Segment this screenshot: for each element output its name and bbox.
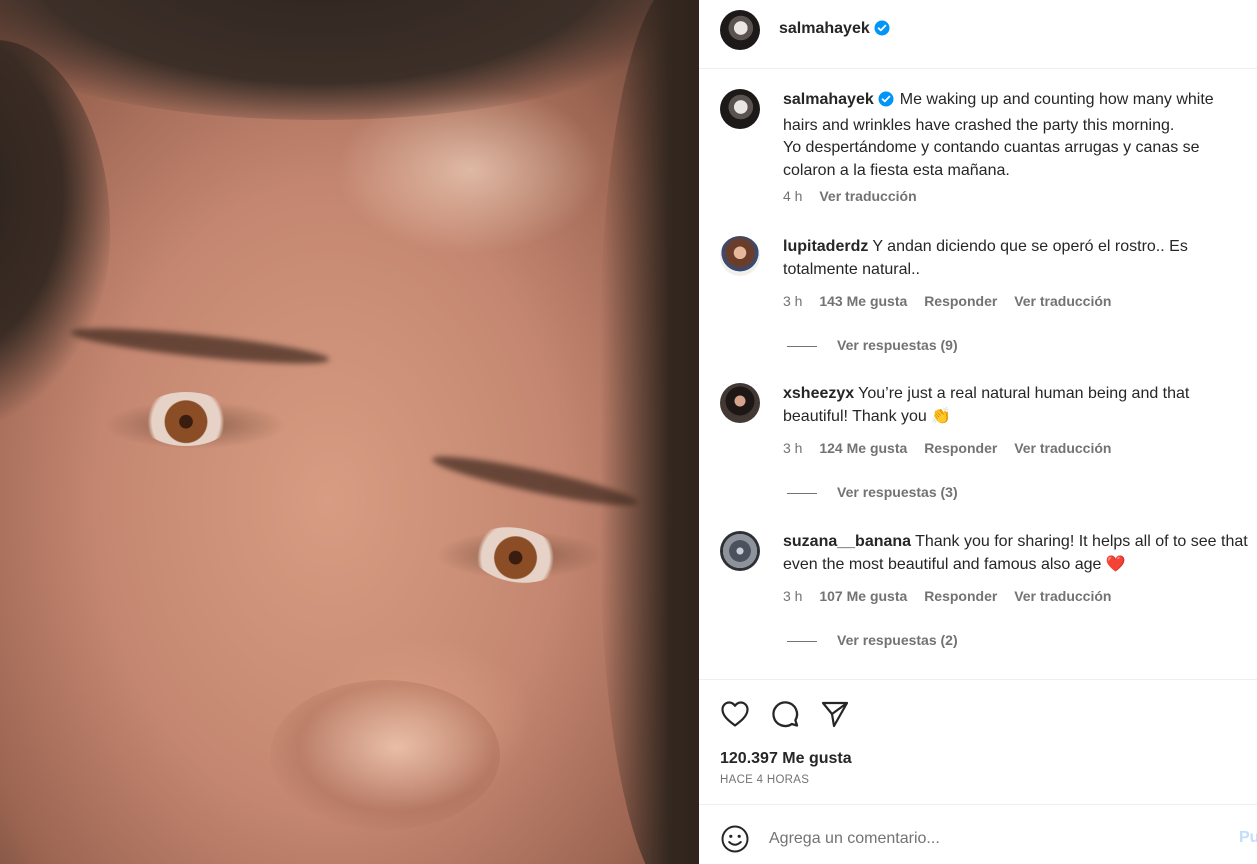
view-replies-label: Ver respuestas (9) [837, 337, 958, 353]
comment-time: 3 h [783, 440, 803, 456]
commenter-avatar[interactable] [720, 531, 760, 571]
photo-nose [270, 680, 500, 830]
photo-hair-right [600, 0, 699, 864]
post-comment-button[interactable]: Pu [1239, 829, 1257, 847]
caption-translate-link[interactable]: Ver traducción [819, 188, 916, 204]
caption-line: Me waking up and counting how many white [899, 91, 1214, 108]
comment-text: xsheezyx You’re just a real natural human… [783, 383, 1253, 428]
commenter-username[interactable]: lupitaderdz [783, 238, 868, 255]
view-replies-button[interactable]: Ver respuestas (9) [787, 337, 958, 353]
comment-text: suzana__banana Thank you for sharing! It … [783, 531, 1253, 576]
caption-time: 4 h [783, 188, 803, 204]
commenter-avatar[interactable] [720, 383, 760, 423]
post-side-panel: salmahayek salmahayek Me waking up and co… [699, 0, 1257, 864]
caption-text: salmahayek Me waking up and counting how … [783, 89, 1253, 182]
like-heart-icon[interactable] [719, 698, 751, 730]
photo-eye [140, 392, 232, 446]
caption-line: colaron a la fiesta esta mañana. [783, 161, 1010, 179]
comment-meta: 3 h 124 Me gusta Responder Ver traducció… [783, 440, 1124, 456]
view-replies-button[interactable]: Ver respuestas (2) [787, 632, 958, 648]
author-name-row: salmahayek [779, 20, 890, 41]
caption-author-username[interactable]: salmahayek [783, 91, 874, 108]
emoji-smiley-icon[interactable] [720, 824, 750, 854]
replies-divider [787, 640, 817, 642]
post-likes-count[interactable]: 120.397 Me gusta [720, 750, 852, 768]
share-paper-plane-icon[interactable] [819, 698, 851, 730]
post-actions-bar [699, 690, 1257, 736]
reply-button[interactable]: Responder [924, 293, 997, 309]
comment-text: lupitaderdz Y andan diciendo que se operó… [783, 236, 1253, 281]
replies-divider [787, 492, 817, 494]
replies-divider [787, 345, 817, 347]
comment-time: 3 h [783, 293, 803, 309]
commenter-username[interactable]: suzana__banana [783, 533, 911, 550]
commenter-username[interactable]: xsheezyx [783, 385, 854, 402]
photo-eyebrow [69, 321, 331, 371]
comment-likes[interactable]: 143 Me gusta [819, 293, 907, 309]
reply-button[interactable]: Responder [924, 588, 997, 604]
post-photo[interactable] [0, 0, 699, 864]
photo-hair [0, 0, 699, 120]
post-timestamp: HACE 4 HORAS [720, 774, 810, 786]
author-username[interactable]: salmahayek [779, 20, 870, 37]
translate-link[interactable]: Ver traducción [1014, 588, 1111, 604]
comment-meta: 3 h 107 Me gusta Responder Ver traducció… [783, 588, 1124, 604]
verified-badge-icon [874, 20, 890, 41]
photo-hair-left [0, 40, 110, 420]
caption-line: hairs and wrinkles have crashed the part… [783, 116, 1175, 134]
view-replies-label: Ver respuestas (3) [837, 484, 958, 500]
comment-likes[interactable]: 107 Me gusta [819, 588, 907, 604]
caption-line: Yo despertándome y contando cuantas arru… [783, 139, 1200, 156]
view-replies-button[interactable]: Ver respuestas (3) [787, 484, 958, 500]
comments-list[interactable]: salmahayek Me waking up and counting how … [699, 69, 1257, 680]
add-comment-input[interactable] [769, 825, 1219, 853]
verified-badge-icon [878, 91, 894, 115]
comment-time: 3 h [783, 588, 803, 604]
photo-eye [466, 520, 566, 590]
translate-link[interactable]: Ver traducción [1014, 293, 1111, 309]
post-header: salmahayek [699, 0, 1257, 69]
author-avatar[interactable] [720, 10, 760, 50]
add-comment-bar: Pu [699, 804, 1257, 864]
comment-meta: 3 h 143 Me gusta Responder Ver traducció… [783, 293, 1124, 309]
caption-meta: 4 h Ver traducción [783, 188, 930, 204]
commenter-avatar[interactable] [720, 236, 760, 276]
reply-button[interactable]: Responder [924, 440, 997, 456]
comment-likes[interactable]: 124 Me gusta [819, 440, 907, 456]
view-replies-label: Ver respuestas (2) [837, 632, 958, 648]
translate-link[interactable]: Ver traducción [1014, 440, 1111, 456]
caption-author-avatar[interactable] [720, 89, 760, 129]
comment-bubble-icon[interactable] [769, 698, 801, 730]
